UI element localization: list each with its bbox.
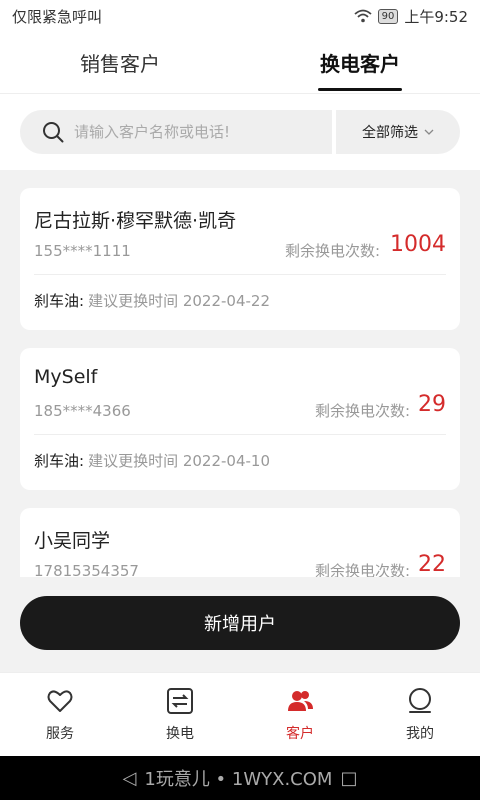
tab-sales-customers[interactable]: 销售客户 — [0, 32, 240, 93]
nav-label: 客户 — [286, 726, 314, 742]
chevron-down-icon — [424, 129, 434, 135]
remaining-swaps-count: 29 — [418, 392, 446, 417]
remaining-swaps-label: 剩余换电次数: — [314, 562, 410, 577]
card-divider — [34, 274, 446, 275]
back-icon[interactable]: ◁ — [123, 768, 137, 789]
maintenance-date: 建议更换时间 2022-04-10 — [88, 452, 271, 470]
customer-name: 小吴同学 — [34, 530, 111, 552]
customer-card[interactable]: 小吴同学 17815354357 剩余换电次数: 22 — [20, 508, 460, 577]
customer-card[interactable]: MySelf 185****4366 剩余换电次数: 29 刹车油: 建议更换时间… — [20, 348, 460, 490]
profile-icon — [409, 688, 431, 713]
customer-phone: 155****1111 — [34, 242, 131, 260]
nav-label: 服务 — [46, 726, 74, 742]
tab-battery-swap-customers[interactable]: 换电客户 — [240, 32, 480, 93]
customer-phone: 17815354357 — [34, 562, 139, 577]
recents-icon[interactable]: □ — [340, 768, 357, 789]
remaining-swaps-count: 22 — [418, 552, 446, 577]
nav-label: 换电 — [166, 726, 194, 742]
status-carrier-text: 仅限紧急呼叫 — [12, 7, 103, 26]
maintenance-item: 刹车油: — [34, 292, 85, 310]
search-input[interactable] — [74, 123, 314, 141]
nav-item-mine[interactable]: 我的 — [360, 673, 480, 756]
maintenance-item: 刹车油: — [34, 452, 85, 470]
customer-list[interactable]: 尼古拉斯·穆罕默德·凯奇 155****1111 剩余换电次数: 1004 刹车… — [0, 170, 480, 577]
system-nav-bar: ◁ 1玩意儿 • 1WYX.COM □ — [0, 756, 480, 800]
status-indicators: 90 上午9:52 — [353, 6, 468, 27]
customer-type-tabs: 销售客户 换电客户 — [0, 32, 480, 94]
remaining-swaps-label: 剩余换电次数: — [284, 242, 380, 260]
users-icon — [288, 691, 313, 711]
heart-icon — [47, 690, 73, 712]
remaining-swaps-label: 剩余换电次数: — [314, 402, 410, 420]
nav-item-swap[interactable]: 换电 — [120, 673, 240, 756]
search-box[interactable] — [20, 110, 332, 154]
customer-name: MySelf — [34, 366, 98, 388]
maintenance-reminder: 刹车油: 建议更换时间 2022-04-22 — [34, 290, 270, 311]
filter-dropdown[interactable]: 全部筛选 — [336, 110, 460, 154]
add-user-button[interactable]: 新增用户 — [20, 596, 460, 650]
wifi-icon — [353, 9, 372, 23]
search-icon — [43, 122, 64, 143]
maintenance-reminder: 刹车油: 建议更换时间 2022-04-10 — [34, 450, 270, 471]
remaining-swaps-count: 1004 — [390, 232, 446, 257]
watermark-text: 1玩意儿 • 1WYX.COM — [144, 769, 333, 790]
filter-label: 全部筛选 — [362, 125, 418, 141]
status-bar: 仅限紧急呼叫 90 上午9:52 — [0, 0, 480, 32]
card-divider — [34, 434, 446, 435]
bottom-nav: 服务 换电 客户 我的 — [0, 672, 480, 756]
nav-item-customers[interactable]: 客户 — [240, 673, 360, 756]
customer-name: 尼古拉斯·穆罕默德·凯奇 — [34, 210, 237, 232]
maintenance-date: 建议更换时间 2022-04-22 — [88, 292, 271, 310]
customer-card[interactable]: 尼古拉斯·穆罕默德·凯奇 155****1111 剩余换电次数: 1004 刹车… — [20, 188, 460, 330]
nav-label: 我的 — [406, 726, 434, 742]
search-area: 全部筛选 — [0, 94, 480, 170]
customer-phone: 185****4366 — [34, 402, 131, 420]
battery-icon: 90 — [377, 8, 399, 24]
nav-item-service[interactable]: 服务 — [0, 673, 120, 756]
status-time: 上午9:52 — [404, 7, 468, 26]
swap-icon — [167, 688, 193, 714]
